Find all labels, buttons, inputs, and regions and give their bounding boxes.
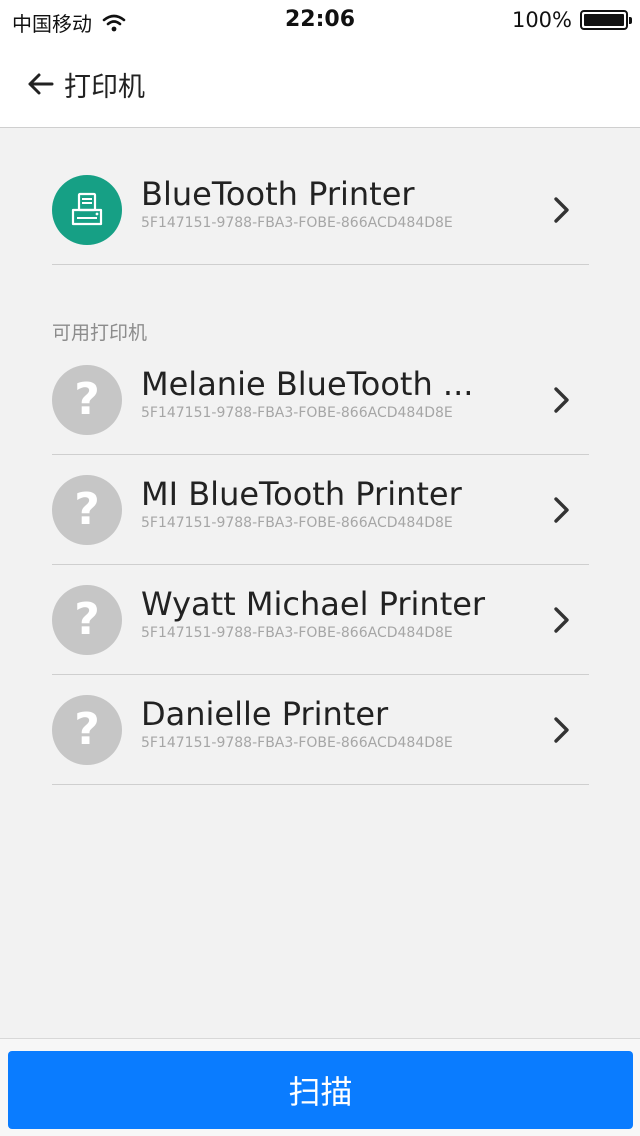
- printer-name: Melanie BlueTooth ...: [141, 365, 474, 403]
- chevron-right-icon: [554, 717, 569, 743]
- question-icon: ?: [52, 585, 122, 655]
- printer-name: Wyatt Michael Printer: [141, 585, 486, 623]
- nav-bar: 打印机: [0, 40, 640, 128]
- back-arrow-icon[interactable]: [26, 72, 54, 96]
- available-printer-row[interactable]: ? MI BlueTooth Printer 5F147151-9788-FBA…: [52, 455, 589, 565]
- chevron-right-icon: [554, 387, 569, 413]
- available-printers-heading: 可用打印机: [52, 322, 148, 344]
- printer-id: 5F147151-9788-FBA3-FOBE-866ACD484D8E: [141, 625, 453, 641]
- available-printer-row[interactable]: ? Melanie BlueTooth ... 5F147151-9788-FB…: [52, 345, 589, 455]
- status-bar: 中国移动 22:06 100%: [0, 0, 640, 40]
- chevron-right-icon: [554, 607, 569, 633]
- scan-button[interactable]: 扫描: [8, 1051, 633, 1129]
- printer-name: MI BlueTooth Printer: [141, 475, 462, 513]
- question-icon: ?: [52, 475, 122, 545]
- question-icon: ?: [52, 695, 122, 765]
- back-button[interactable]: 打印机: [26, 64, 145, 104]
- bottom-toolbar: 扫描: [0, 1038, 640, 1136]
- printer-id: 5F147151-9788-FBA3-FOBE-866ACD484D8E: [141, 215, 453, 231]
- printer-id: 5F147151-9788-FBA3-FOBE-866ACD484D8E: [141, 515, 453, 531]
- page-title: 打印机: [64, 71, 145, 103]
- battery-percent: 100%: [511, 8, 572, 32]
- battery-icon: [580, 10, 632, 30]
- status-right: 100%: [511, 8, 632, 32]
- printer-icon: [52, 175, 122, 245]
- printer-name: Danielle Printer: [141, 695, 389, 733]
- available-printer-row[interactable]: ? Wyatt Michael Printer 5F147151-9788-FB…: [52, 565, 589, 675]
- printer-id: 5F147151-9788-FBA3-FOBE-866ACD484D8E: [141, 735, 453, 751]
- available-printer-row[interactable]: ? Danielle Printer 5F147151-9788-FBA3-FO…: [52, 675, 589, 785]
- printer-name: BlueTooth Printer: [141, 175, 415, 213]
- connected-printer-row[interactable]: BlueTooth Printer 5F147151-9788-FBA3-FOB…: [52, 155, 589, 265]
- question-icon: ?: [52, 365, 122, 435]
- chevron-right-icon: [554, 197, 569, 223]
- chevron-right-icon: [554, 497, 569, 523]
- printer-id: 5F147151-9788-FBA3-FOBE-866ACD484D8E: [141, 405, 453, 421]
